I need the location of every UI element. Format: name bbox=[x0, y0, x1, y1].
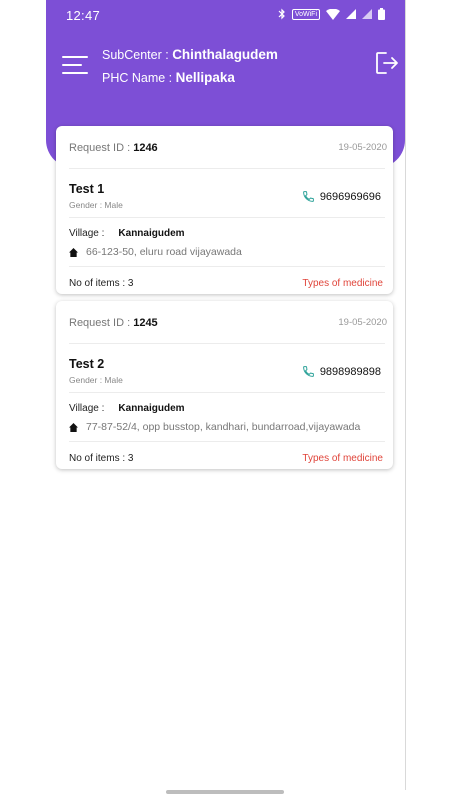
phone-contact[interactable]: 9898989898 bbox=[302, 365, 381, 378]
request-card[interactable]: Request ID : 1245 19-05-2020 Test 2 Gend… bbox=[56, 301, 393, 469]
address-row: 66-123-50, eluru road vijayawada bbox=[69, 246, 242, 258]
phc-info: PHC Name : Nellipaka bbox=[102, 70, 235, 85]
background-strip bbox=[0, 0, 46, 800]
items-count: No of items : 3 bbox=[69, 453, 134, 464]
address-text: 66-123-50, eluru road vijayawada bbox=[86, 246, 242, 258]
phone-contact[interactable]: 9696969696 bbox=[302, 190, 381, 203]
status-icons: VoWiFi bbox=[278, 8, 385, 20]
village-row: Village : Kannaigudem bbox=[69, 403, 185, 414]
bluetooth-icon bbox=[278, 8, 285, 20]
divider bbox=[69, 441, 385, 442]
types-of-medicine-link[interactable]: Types of medicine bbox=[302, 453, 383, 464]
request-card[interactable]: Request ID : 1246 19-05-2020 Test 1 Gend… bbox=[56, 126, 393, 294]
phone-icon bbox=[302, 366, 314, 377]
request-date: 19-05-2020 bbox=[338, 142, 387, 153]
signal-icon-2 bbox=[362, 9, 372, 19]
divider bbox=[69, 392, 385, 393]
status-bar: 12:47 VoWiFi bbox=[46, 0, 405, 30]
vowifi-badge: VoWiFi bbox=[291, 8, 320, 20]
home-icon bbox=[69, 422, 78, 432]
village-row: Village : Kannaigudem bbox=[69, 228, 185, 239]
village-name: Kannaigudem bbox=[118, 403, 185, 414]
request-date: 19-05-2020 bbox=[338, 317, 387, 328]
items-count: No of items : 3 bbox=[69, 278, 134, 289]
patient-name: Test 2 bbox=[69, 357, 105, 371]
patient-gender: Gender : Male bbox=[69, 200, 123, 210]
request-id-label: Request ID : bbox=[69, 317, 134, 329]
village-label: Village : bbox=[69, 228, 105, 239]
status-time: 12:47 bbox=[66, 8, 101, 23]
phc-label: PHC Name : bbox=[102, 71, 176, 85]
divider bbox=[69, 266, 385, 267]
subcenter-label: SubCenter : bbox=[102, 48, 173, 62]
menu-icon[interactable] bbox=[62, 54, 88, 76]
battery-icon bbox=[378, 8, 385, 20]
home-icon bbox=[69, 247, 78, 257]
request-id: Request ID : 1245 bbox=[69, 317, 158, 329]
divider bbox=[69, 343, 385, 344]
request-id-value: 1246 bbox=[133, 142, 158, 154]
wifi-icon bbox=[326, 8, 340, 20]
phone-number: 9696969696 bbox=[319, 190, 381, 203]
village-name: Kannaigudem bbox=[118, 228, 185, 239]
address-row: 77-87-52/4, opp busstop, kandhari, bunda… bbox=[69, 421, 360, 433]
phone-number: 9898989898 bbox=[319, 365, 381, 378]
request-id-label: Request ID : bbox=[69, 142, 134, 154]
types-of-medicine-link[interactable]: Types of medicine bbox=[302, 278, 383, 289]
divider bbox=[69, 217, 385, 218]
subcenter-info: SubCenter : Chinthalagudem bbox=[102, 47, 278, 62]
logout-icon[interactable] bbox=[374, 50, 400, 76]
patient-name: Test 1 bbox=[69, 182, 105, 196]
patient-gender: Gender : Male bbox=[69, 375, 123, 385]
request-id: Request ID : 1246 bbox=[69, 142, 158, 154]
phone-icon bbox=[302, 191, 314, 202]
divider bbox=[69, 168, 385, 169]
village-label: Village : bbox=[69, 403, 105, 414]
signal-icon bbox=[346, 9, 356, 19]
subcenter-value: Chinthalagudem bbox=[172, 47, 278, 62]
request-id-value: 1245 bbox=[133, 317, 158, 329]
gesture-nav-bar[interactable] bbox=[166, 790, 284, 794]
address-text: 77-87-52/4, opp busstop, kandhari, bunda… bbox=[86, 421, 361, 433]
phc-value: Nellipaka bbox=[175, 70, 235, 85]
app-screen: 12:47 VoWiFi SubCenter : Chinthalagudem … bbox=[46, 0, 406, 790]
